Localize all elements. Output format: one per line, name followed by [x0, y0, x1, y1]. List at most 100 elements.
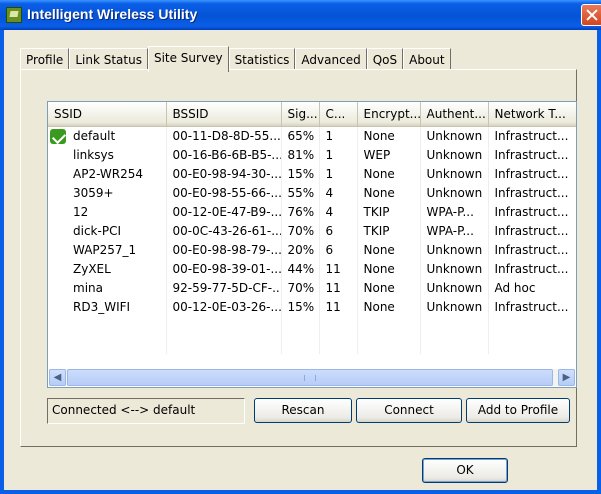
table-row[interactable]: AP2-WR254 00-E0-98-94-30-... 15% 1 None Unkno… — [48, 164, 576, 183]
scrollbar-thumb[interactable] — [67, 369, 553, 386]
table-row[interactable]: RD3_WIFI 00-12-0E-03-26-... 15% 11 None Unkno… — [48, 297, 576, 316]
ssid-text: WAP257_1 — [73, 242, 137, 257]
table-row[interactable]: 12 00-12-0E-47-B9-... 76% 4 TKIP WPA-P... Infr… — [48, 202, 576, 221]
cell-encryption: None — [357, 164, 421, 183]
cell-ssid: linksys — [48, 145, 167, 164]
cell-bssid: 00-12-0E-03-26-... — [166, 297, 282, 316]
ssid-text: 12 — [73, 204, 89, 219]
site-survey-list[interactable]: SSID BSSID Sig... C... Encrypt... Authen… — [47, 101, 577, 388]
tab-statistics[interactable]: Statistics — [228, 48, 296, 70]
add-to-profile-button[interactable]: Add to Profile — [466, 398, 570, 423]
column-header-network-type[interactable]: Network T... — [488, 102, 576, 127]
rescan-button[interactable]: Rescan — [254, 398, 352, 423]
table-row[interactable]: linksys 00-16-B6-6B-B5-... 81% 1 WEP Unknown I… — [48, 145, 576, 164]
cell-authentication: Unknown — [420, 126, 489, 145]
cell-authentication: Unknown — [420, 259, 489, 278]
cell-network-type: Infrastruct... — [488, 164, 576, 183]
ssid-text: AP2-WR254 — [73, 166, 144, 181]
empty-cell — [319, 335, 358, 354]
ssid-text: dick-PCI — [73, 223, 121, 238]
cell-signal: 20% — [281, 240, 320, 259]
cell-signal: 65% — [281, 126, 320, 145]
cell-authentication: Unknown — [420, 297, 489, 316]
table-row[interactable]: dick-PCI 00-0C-43-26-61-... 70% 6 TKIP WPA-P.… — [48, 221, 576, 240]
empty-cell — [48, 316, 167, 335]
cell-bssid: 00-E0-98-55-66-... — [166, 183, 282, 202]
cell-authentication: Unknown — [420, 145, 489, 164]
cell-signal: 44% — [281, 259, 320, 278]
wireless-utility-icon — [6, 7, 22, 23]
ok-button[interactable]: OK — [422, 458, 508, 483]
empty-cell — [166, 316, 282, 335]
connect-button[interactable]: Connect — [356, 398, 462, 423]
cell-encryption: TKIP — [357, 202, 421, 221]
cell-signal: 15% — [281, 297, 320, 316]
ssid-text: linksys — [73, 147, 114, 162]
arrow-right-icon[interactable]: ▶ — [558, 369, 575, 386]
tab-site-survey[interactable]: Site Survey — [147, 46, 229, 72]
cell-channel: 6 — [319, 240, 358, 259]
cell-signal: 15% — [281, 164, 320, 183]
cell-bssid: 92-59-77-5D-CF-... — [166, 278, 282, 297]
scrollbar-grip — [304, 375, 316, 381]
ssid-text: 3059+ — [73, 185, 114, 200]
cell-ssid: ZyXEL — [48, 259, 167, 278]
cell-bssid: 00-11-D8-8D-55... — [166, 126, 282, 145]
empty-cell — [488, 316, 576, 335]
cell-bssid: 00-0C-43-26-61-... — [166, 221, 282, 240]
list-body: default 00-11-D8-8D-55... 65% 1 None Unknown I… — [48, 126, 576, 354]
cell-bssid: 00-E0-98-98-79-... — [166, 240, 282, 259]
cell-encryption: WEP — [357, 145, 421, 164]
list-header: SSID BSSID Sig... C... Encrypt... Authen… — [48, 102, 576, 127]
ssid-text: default — [73, 128, 116, 143]
table-row[interactable]: default 00-11-D8-8D-55... 65% 1 None Unknown I… — [48, 126, 576, 145]
table-row[interactable]: ZyXEL 00-E0-98-39-01-... 44% 11 None Unknown I… — [48, 259, 576, 278]
cell-network-type: Infrastruct... — [488, 126, 576, 145]
tab-link-status[interactable]: Link Status — [69, 48, 148, 70]
cell-network-type: Infrastruct... — [488, 145, 576, 164]
column-header-ssid[interactable]: SSID — [48, 102, 167, 127]
cell-channel: 1 — [319, 126, 358, 145]
empty-cell — [281, 316, 320, 335]
horizontal-scrollbar[interactable]: ◀ ▶ — [49, 369, 575, 386]
cell-bssid: 00-12-0E-47-B9-... — [166, 202, 282, 221]
empty-cell — [357, 316, 421, 335]
cell-network-type: Infrastruct... — [488, 240, 576, 259]
empty-cell — [420, 335, 489, 354]
cell-signal: 76% — [281, 202, 320, 221]
ssid-text: ZyXEL — [73, 261, 111, 276]
cell-channel: 11 — [319, 297, 358, 316]
cell-authentication: WPA-P... — [420, 221, 489, 240]
connection-status: Connected <--> default — [47, 398, 245, 424]
tab-advanced[interactable]: Advanced — [295, 48, 367, 70]
empty-cell — [488, 335, 576, 354]
cell-authentication: Unknown — [420, 240, 489, 259]
arrow-left-icon[interactable]: ◀ — [49, 369, 66, 386]
cell-bssid: 00-E0-98-94-30-... — [166, 164, 282, 183]
column-header-authentication[interactable]: Authent... — [420, 102, 489, 127]
empty-cell — [48, 335, 167, 354]
cell-network-type: Infrastruct... — [488, 202, 576, 221]
cell-channel: 6 — [319, 221, 358, 240]
title-bar[interactable]: Intelligent Wireless Utility — [0, 0, 601, 30]
empty-row — [48, 335, 576, 354]
table-row[interactable]: WAP257_1 00-E0-98-98-79-... 20% 6 None Unknow… — [48, 240, 576, 259]
cell-encryption: None — [357, 259, 421, 278]
table-row[interactable]: mina 92-59-77-5D-CF-... 70% 11 None Unknown Ad… — [48, 278, 576, 297]
tab-qos[interactable]: QoS — [366, 48, 404, 70]
tab-about[interactable]: About — [403, 48, 451, 70]
empty-cell — [281, 335, 320, 354]
tab-profile[interactable]: Profile — [20, 48, 70, 70]
cell-channel: 4 — [319, 183, 358, 202]
close-icon[interactable] — [581, 4, 601, 26]
column-header-signal[interactable]: Sig... — [281, 102, 320, 127]
cell-authentication: Unknown — [420, 278, 489, 297]
column-header-bssid[interactable]: BSSID — [166, 102, 282, 127]
cell-encryption: None — [357, 297, 421, 316]
empty-cell — [319, 316, 358, 335]
cell-network-type: Infrastruct... — [488, 221, 576, 240]
cell-channel: 1 — [319, 164, 358, 183]
table-row[interactable]: 3059+ 00-E0-98-55-66-... 55% 4 None Unknown In… — [48, 183, 576, 202]
column-header-channel[interactable]: C... — [319, 102, 358, 127]
column-header-encryption[interactable]: Encrypt... — [357, 102, 421, 127]
